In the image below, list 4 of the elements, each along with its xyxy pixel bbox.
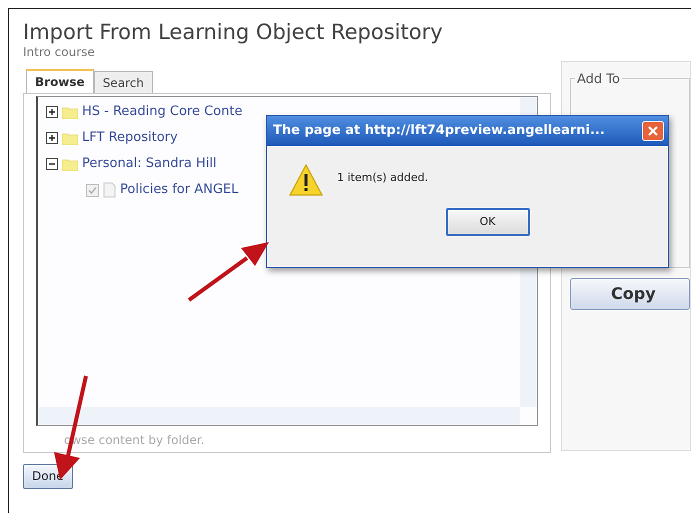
page-title: Import From Learning Object Repository bbox=[23, 19, 444, 45]
dialog-title: The page at http://lft74preview.angellearni... bbox=[273, 122, 605, 140]
dialog-message: 1 item(s) added. bbox=[337, 170, 428, 186]
page-subtitle: Intro course bbox=[23, 45, 96, 59]
